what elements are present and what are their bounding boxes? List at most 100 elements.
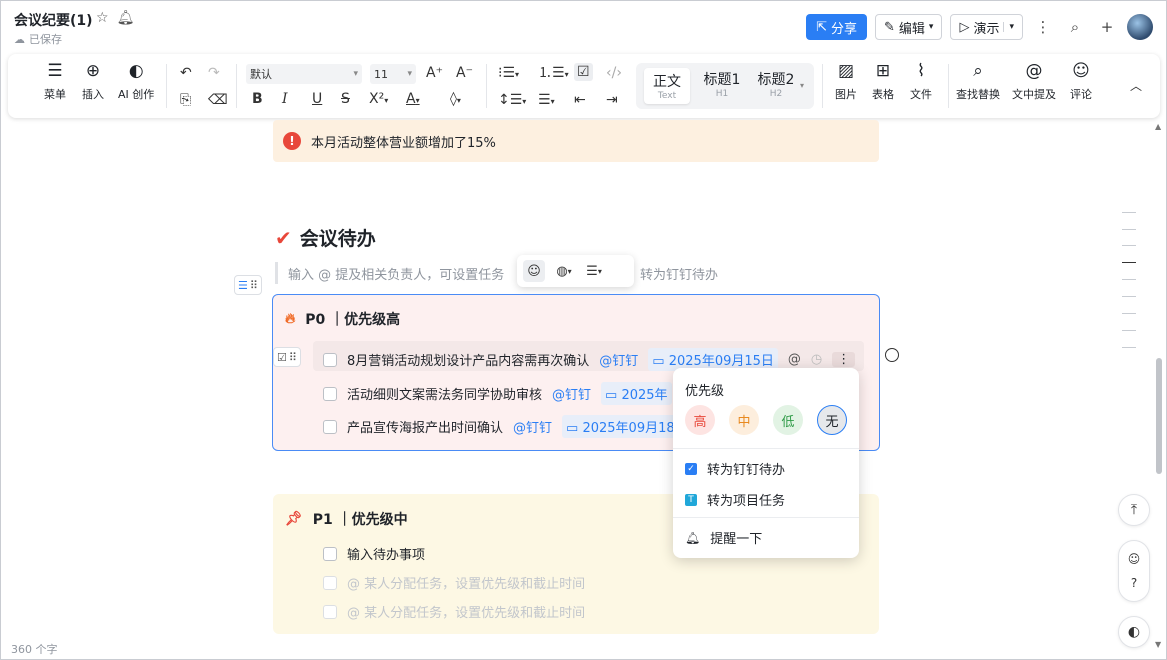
palette-icon[interactable]: ◍ ▾ — [553, 260, 575, 282]
style-h1[interactable]: 标题1 H1 — [698, 69, 746, 99]
priority-medium[interactable]: 中 — [729, 405, 759, 435]
strikethrough-icon[interactable]: S — [341, 91, 350, 107]
task-list-icon[interactable]: ☑ — [574, 63, 593, 81]
outline-marker-active[interactable] — [1122, 262, 1136, 263]
to-dingtalk-item[interactable]: ✓ 转为钉钉待办 — [685, 459, 785, 478]
priority-low[interactable]: 低 — [773, 405, 803, 435]
todo-checkbox[interactable] — [323, 575, 337, 590]
outline-marker[interactable] — [1122, 279, 1136, 280]
indent-icon[interactable]: ⇥ — [606, 92, 618, 108]
find-replace-button[interactable]: ⌕ 查找替换 — [956, 62, 1000, 102]
todo-text[interactable]: 产品宣传海报产出时间确认 — [347, 417, 503, 436]
style-text[interactable]: 正文 Text — [644, 68, 690, 104]
undo-icon[interactable]: ↶ — [180, 65, 192, 81]
remind-item[interactable]: 🔔︎ 提醒一下 — [685, 528, 762, 548]
block-handle[interactable]: ☰ ⠿ — [234, 275, 262, 295]
align-icon[interactable]: ☰▾ — [538, 92, 555, 110]
todo-mention[interactable]: @钉钉 — [513, 417, 552, 436]
comment-button[interactable]: ☺ 评论 — [1070, 62, 1092, 102]
bell-icon[interactable]: 🔔︎ — [117, 10, 135, 26]
bullet-list-icon[interactable]: ⁝☰▾ — [498, 65, 519, 83]
todo-item[interactable]: 活动细则文案需法务同学协助审核 @钉钉 ▭ 2025年 — [323, 382, 672, 405]
bold-icon[interactable]: B — [252, 91, 263, 107]
clock-icon[interactable]: ◷ — [811, 352, 822, 367]
todo-checkbox[interactable] — [323, 352, 337, 367]
star-icon[interactable]: ☆ — [96, 10, 109, 26]
font-size-select[interactable]: 11 ▾ — [370, 64, 416, 84]
underline-icon[interactable]: U — [312, 91, 322, 107]
todo-checkbox[interactable] — [323, 546, 337, 561]
table-button[interactable]: ⊞ 表格 — [872, 62, 894, 102]
todo-text[interactable]: 8月营销活动规划设计产品内容需再次确认 — [347, 350, 589, 369]
redo-icon[interactable]: ↷ — [208, 65, 220, 81]
increase-font-icon[interactable]: A⁺ — [426, 65, 443, 81]
outline-marker[interactable] — [1122, 229, 1136, 230]
decrease-font-icon[interactable]: A⁻ — [456, 65, 473, 81]
more-icon[interactable]: ⋮ — [1031, 18, 1055, 36]
todo-handle[interactable]: ☑ ⠿ — [273, 347, 301, 367]
ai-button[interactable]: ◐ AI 创作 — [118, 62, 154, 102]
more-icon[interactable]: ⋮ — [832, 352, 856, 367]
format-painter-icon[interactable]: ⎘ — [180, 92, 191, 108]
font-color-icon[interactable]: A▾ — [406, 91, 420, 109]
numbered-list-icon[interactable]: ⒈☰▾ — [538, 65, 569, 83]
outline-marker[interactable] — [1122, 296, 1136, 297]
style-h2[interactable]: 标题2 H2 — [752, 69, 800, 99]
search-icon[interactable]: ⌕ — [1063, 18, 1087, 36]
italic-icon[interactable]: I — [282, 91, 288, 107]
todo-date[interactable]: ▭ 2025年 — [601, 382, 672, 405]
avatar[interactable] — [1127, 14, 1153, 40]
line-spacing-icon[interactable]: ↕☰▾ — [498, 92, 526, 110]
todo-checkbox[interactable] — [323, 386, 337, 401]
at-icon[interactable]: @ — [788, 352, 801, 367]
emoji-icon[interactable]: ☺ — [523, 260, 545, 282]
theme-toggle-button[interactable]: ◐ — [1118, 616, 1150, 648]
outline-marker[interactable] — [1122, 313, 1136, 314]
outline-marker[interactable] — [1122, 212, 1136, 213]
priority-none[interactable]: 无 — [817, 405, 847, 435]
image-button[interactable]: ▨ 图片 — [835, 62, 857, 102]
menu-button[interactable]: ☰ 菜单 — [44, 62, 66, 102]
present-button[interactable]: ▷ 演示 ▾ — [950, 14, 1023, 40]
outline-marker[interactable] — [1122, 347, 1136, 348]
todo-date[interactable]: ▭ 2025年09月18 — [562, 415, 679, 438]
doc-title[interactable]: 会议纪要(1) — [14, 10, 93, 30]
share-button[interactable]: ⇱ 分享 — [806, 14, 867, 40]
align-icon[interactable]: ☰▾ — [583, 260, 605, 282]
comment-icon[interactable]: ☺ — [1128, 552, 1141, 566]
todo-item[interactable]: 产品宣传海报产出时间确认 @钉钉 ▭ 2025年09月18 — [323, 415, 679, 438]
todo-text[interactable]: 活动细则文案需法务同学协助审核 — [347, 384, 542, 403]
todo-placeholder[interactable]: @ 某人分配任务，设置优先级和截止时间 — [347, 602, 585, 621]
to-project-item[interactable]: T 转为项目任务 — [685, 490, 785, 509]
insert-button[interactable]: ⊕ 插入 — [82, 62, 104, 102]
outline-marker[interactable] — [1122, 330, 1136, 331]
add-comment-icon[interactable] — [885, 348, 899, 362]
mention-button[interactable]: @ 文中提及 — [1012, 62, 1056, 102]
highlight-icon[interactable]: ◊▾ — [450, 91, 461, 109]
collapse-toolbar-icon[interactable]: ︿ — [1130, 78, 1142, 94]
outline-marker[interactable] — [1122, 245, 1136, 246]
todo-mention[interactable]: @钉钉 — [552, 384, 591, 403]
file-button[interactable]: ⌇ 文件 — [910, 62, 932, 102]
scrollbar-thumb[interactable] — [1156, 358, 1162, 474]
scroll-down-icon[interactable]: ▼ — [1155, 640, 1161, 649]
plus-icon[interactable]: + — [1095, 18, 1119, 36]
todo-placeholder[interactable]: @ 某人分配任务，设置优先级和截止时间 — [347, 573, 585, 592]
todo-checkbox[interactable] — [323, 604, 337, 619]
font-select[interactable]: 默认 ▾ — [246, 64, 362, 84]
todo-item[interactable]: 输入待办事项 — [323, 544, 425, 563]
outdent-icon[interactable]: ⇤ — [574, 92, 586, 108]
todo-item[interactable]: @ 某人分配任务，设置优先级和截止时间 — [323, 573, 585, 592]
todo-mention[interactable]: @钉钉 — [599, 350, 638, 369]
todo-text[interactable]: 输入待办事项 — [347, 544, 425, 563]
back-to-top-button[interactable]: ⤒ — [1118, 494, 1150, 526]
eraser-icon[interactable]: ⌫ — [208, 92, 228, 108]
superscript-icon[interactable]: X²▾ — [369, 91, 388, 109]
edit-button[interactable]: ✎ 编辑 ▾ — [875, 14, 943, 40]
scroll-up-icon[interactable]: ▲ — [1155, 122, 1161, 131]
todo-checkbox[interactable] — [323, 419, 337, 434]
help-icon[interactable]: ? — [1131, 576, 1137, 590]
priority-high[interactable]: 高 — [685, 405, 715, 435]
chevron-down-icon[interactable]: ▾ — [1003, 22, 1014, 32]
todo-item[interactable]: @ 某人分配任务，设置优先级和截止时间 — [323, 602, 585, 621]
